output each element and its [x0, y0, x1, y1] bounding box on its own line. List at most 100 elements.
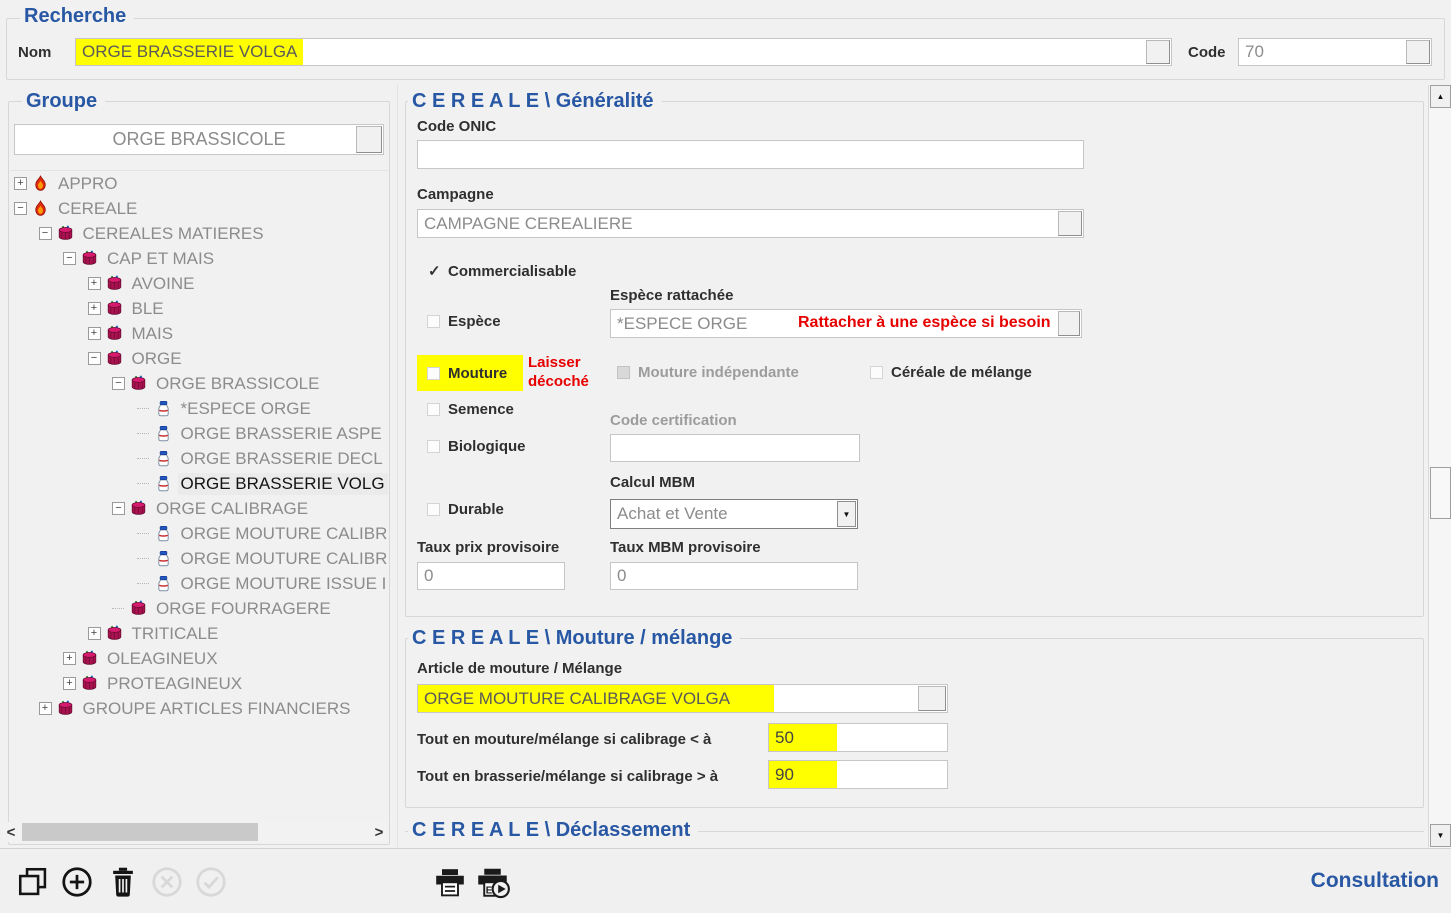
espece-rattachee-input[interactable]: *ESPECE ORGE Rattacher à une espèce si b… — [610, 309, 1082, 338]
cereale-melange-checkbox[interactable]: Céréale de mélange — [870, 364, 1032, 381]
tree-item[interactable]: + GROUPE ARTICLES FINANCIERS — [10, 696, 388, 721]
tree-item[interactable]: ORGE MOUTURE CALIBR — [10, 521, 388, 546]
tree-scrollbar-thumb[interactable] — [22, 823, 258, 841]
groupe-selector[interactable]: ORGE BRASSICOLE — [14, 124, 384, 155]
chevron-down-icon[interactable]: ▼ — [837, 501, 856, 527]
groupe-lookup-button[interactable] — [356, 126, 382, 153]
scroll-down-icon[interactable]: ▼ — [1430, 824, 1451, 847]
scroll-right-icon[interactable]: > — [370, 822, 388, 842]
calcul-mbm-value: Achat et Vente — [611, 504, 728, 524]
tree-connector — [137, 458, 149, 459]
mode-status: Consultation — [1311, 869, 1439, 893]
tree-item[interactable]: ORGE BRASSERIE DECL — [10, 446, 388, 471]
tree-item-label: GROUPE ARTICLES FINANCIERS — [80, 698, 354, 720]
code-onic-input[interactable] — [417, 140, 1084, 169]
tree-item[interactable]: − ORGE CALIBRAGE — [10, 496, 388, 521]
duplicate-button[interactable] — [16, 865, 50, 899]
campagne-input[interactable]: CAMPAGNE CEREALIERE — [417, 209, 1084, 238]
calcul-mbm-dropdown[interactable]: Achat et Vente ▼ — [610, 499, 858, 529]
tree-item[interactable]: + AVOINE — [10, 271, 388, 296]
scroll-up-icon[interactable]: ▲ — [1430, 85, 1451, 108]
tree-connector — [112, 608, 124, 609]
tree-item[interactable]: ORGE MOUTURE CALIBR — [10, 546, 388, 571]
tree-item[interactable]: − ORGE — [10, 346, 388, 371]
code-lookup-button[interactable] — [1406, 40, 1430, 64]
nom-lookup-button[interactable] — [1146, 40, 1170, 64]
tree-item-label: OLEAGINEUX — [104, 648, 221, 670]
tree-item[interactable]: ORGE MOUTURE ISSUE I — [10, 571, 388, 596]
code-certification-input[interactable] — [610, 434, 860, 462]
code-value: 70 — [1239, 42, 1264, 62]
tree-item[interactable]: + OLEAGINEUX — [10, 646, 388, 671]
checkbox-box — [427, 440, 440, 453]
article-mouture-input[interactable]: ORGE MOUTURE CALIBRAGE VOLGA — [417, 684, 948, 713]
box-icon — [106, 625, 123, 642]
biologique-checkbox[interactable]: Biologique — [427, 438, 526, 455]
tree-item[interactable]: + MAIS — [10, 321, 388, 346]
collapse-icon[interactable]: − — [39, 227, 52, 240]
semence-checkbox[interactable]: Semence — [427, 401, 514, 418]
tree-item[interactable]: + TRITICALE — [10, 621, 388, 646]
expand-icon[interactable]: + — [39, 702, 52, 715]
group-tree: + APPRO− CEREALE− CEREALES MATIERES− CAP… — [10, 170, 388, 821]
tree-item[interactable]: ORGE BRASSERIE VOLG — [10, 471, 388, 496]
tree-item[interactable]: ORGE FOURRAGERE — [10, 596, 388, 621]
mouture-checkbox[interactable]: Mouture — [417, 355, 523, 391]
expand-icon[interactable]: + — [14, 177, 27, 190]
expand-icon[interactable]: + — [63, 677, 76, 690]
tree-item[interactable]: − CAP ET MAIS — [10, 246, 388, 271]
expand-icon[interactable]: + — [63, 652, 76, 665]
tree-item[interactable]: − ORGE BRASSICOLE — [10, 371, 388, 396]
expand-icon[interactable]: + — [88, 277, 101, 290]
tree-item[interactable]: − CEREALE — [10, 196, 388, 221]
article-mouture-lookup-button[interactable] — [918, 686, 946, 711]
tree-item[interactable]: + PROTEAGINEUX — [10, 671, 388, 696]
tree-item[interactable]: ORGE BRASSERIE ASPE — [10, 421, 388, 446]
groupe-selector-value: ORGE BRASSICOLE — [112, 129, 285, 150]
tree-item[interactable]: − CEREALES MATIERES — [10, 221, 388, 246]
commercialisable-checkbox[interactable]: Commercialisable — [428, 263, 576, 280]
expand-icon[interactable]: + — [88, 302, 101, 315]
espece-rattachee-label: Espèce rattachée — [610, 287, 733, 304]
expand-icon[interactable]: + — [88, 327, 101, 340]
print-button[interactable] — [434, 865, 466, 901]
delete-button[interactable] — [106, 865, 140, 899]
scroll-left-icon[interactable]: < — [2, 822, 20, 842]
collapse-icon[interactable]: − — [112, 377, 125, 390]
bottom-toolbar: E Consultation — [0, 848, 1451, 913]
checkbox-box — [427, 503, 440, 516]
tree-item-label: ORGE BRASSERIE ASPE — [178, 423, 385, 445]
add-button[interactable] — [60, 865, 94, 899]
seuil-brasserie-input[interactable]: 90 — [768, 760, 948, 789]
tree-item-label: BLE — [129, 298, 167, 320]
durable-checkbox[interactable]: Durable — [427, 501, 504, 518]
print-export-button[interactable]: E — [476, 865, 512, 901]
collapse-icon[interactable]: − — [112, 502, 125, 515]
collapse-icon[interactable]: − — [14, 202, 27, 215]
collapse-icon[interactable]: − — [63, 252, 76, 265]
validate-button[interactable] — [194, 865, 228, 899]
tree-horizontal-scrollbar[interactable]: < > — [2, 822, 388, 842]
box-icon — [57, 700, 74, 717]
taux-mbm-input[interactable]: 0 — [610, 562, 858, 590]
nom-value: ORGE BRASSERIE VOLGA — [76, 39, 303, 65]
tree-item[interactable]: + APPRO — [10, 171, 388, 196]
nom-input[interactable]: ORGE BRASSERIE VOLGA — [75, 38, 1172, 66]
main-vertical-scrollbar[interactable]: ▲ ▼ — [1428, 85, 1451, 848]
espece-lookup-button[interactable] — [1058, 311, 1080, 336]
application-window: Recherche Nom ORGE BRASSERIE VOLGA Code … — [0, 0, 1451, 913]
tree-item[interactable]: + BLE — [10, 296, 388, 321]
main-scrollbar-thumb[interactable] — [1430, 467, 1451, 519]
code-input[interactable]: 70 — [1238, 38, 1432, 66]
espece-checkbox[interactable]: Espèce — [427, 313, 501, 330]
tree-item-label: APPRO — [55, 173, 121, 195]
expand-icon[interactable]: + — [88, 627, 101, 640]
nom-label: Nom — [18, 44, 51, 61]
campagne-lookup-button[interactable] — [1058, 211, 1082, 236]
collapse-icon[interactable]: − — [88, 352, 101, 365]
tree-connector — [137, 433, 149, 434]
seuil-mouture-input[interactable]: 50 — [768, 723, 948, 752]
taux-prix-input[interactable]: 0 — [417, 562, 565, 590]
tree-item[interactable]: *ESPECE ORGE — [10, 396, 388, 421]
cancel-button[interactable] — [150, 865, 184, 899]
